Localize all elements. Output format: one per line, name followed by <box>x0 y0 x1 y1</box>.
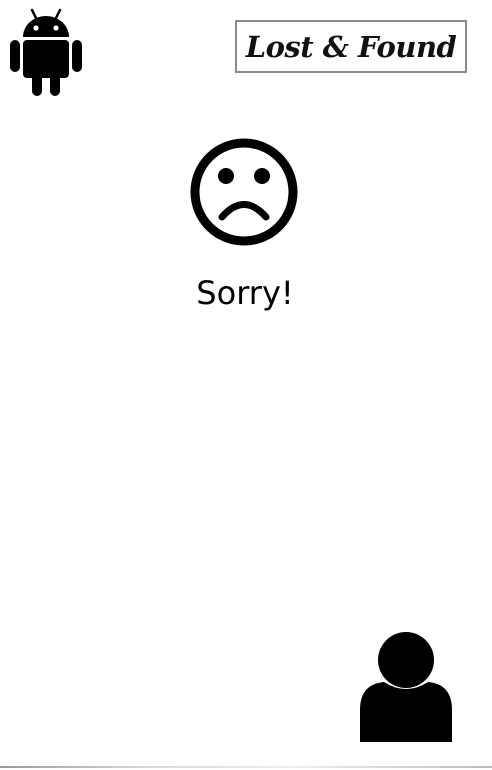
profile-button[interactable] <box>354 630 458 742</box>
sorry-message: Sorry! <box>196 274 294 312</box>
bottom-divider <box>0 766 492 768</box>
logo-text: Lost & Found <box>245 29 457 64</box>
android-icon[interactable] <box>6 6 86 98</box>
sad-face-icon <box>188 136 300 248</box>
app-logo: Lost & Found <box>235 20 467 73</box>
user-icon <box>360 632 452 742</box>
